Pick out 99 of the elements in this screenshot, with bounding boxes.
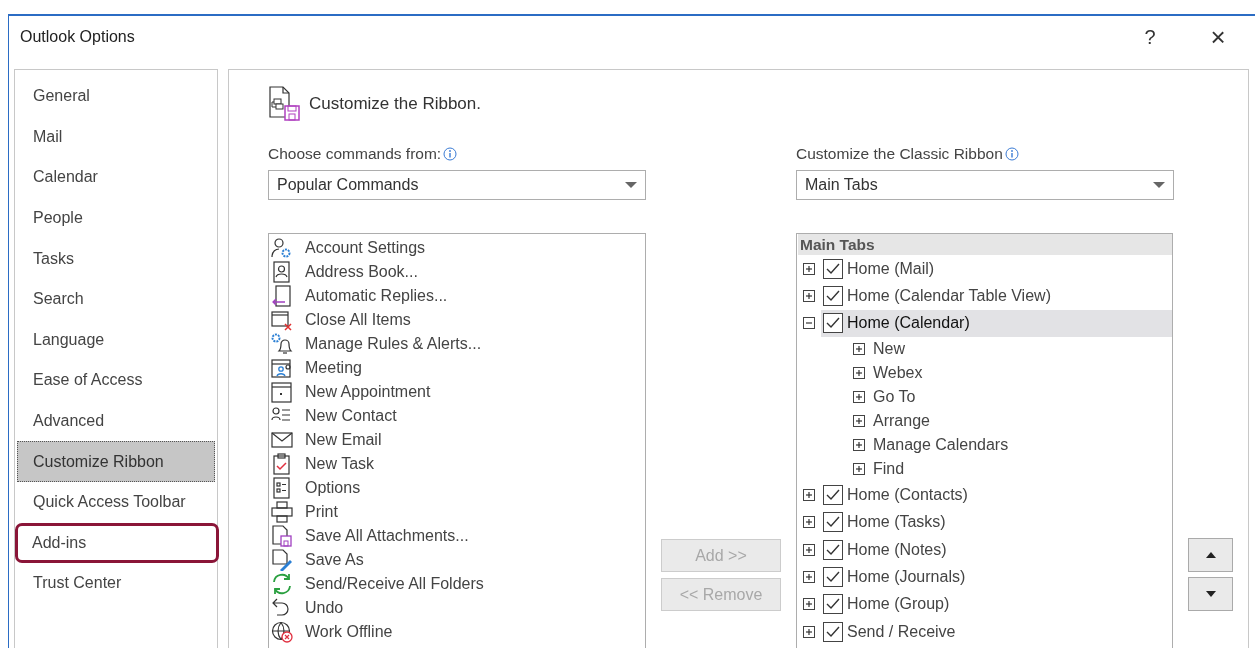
clipboard-check-icon [271, 453, 293, 475]
expand-icon[interactable] [803, 290, 815, 303]
command-item[interactable]: Address Book... [305, 263, 418, 281]
expand-icon[interactable] [853, 367, 865, 380]
printer-icon [271, 501, 293, 523]
commands-dropdown[interactable]: Popular Commands [268, 170, 646, 200]
command-item[interactable]: Undo [305, 599, 344, 617]
command-item[interactable]: New Appointment [305, 383, 431, 401]
caret-icon [625, 182, 637, 188]
help-button[interactable]: ? [1120, 17, 1180, 57]
window-close-icon [271, 309, 293, 331]
ribbon-dropdown[interactable]: Main Tabs [796, 170, 1174, 200]
tree-item[interactable]: Home (Notes) [847, 540, 947, 559]
address-book-icon [271, 261, 293, 283]
tree-item[interactable]: Webex [873, 364, 923, 383]
command-item[interactable]: Save All Attachments... [305, 527, 469, 545]
sidebar-item[interactable]: Quick Access Toolbar [17, 481, 215, 523]
expand-icon[interactable] [803, 543, 815, 556]
up-arrow-icon [1205, 552, 1216, 558]
expand-icon[interactable] [803, 571, 815, 584]
command-item[interactable]: New Email [305, 431, 382, 449]
field-label: Choose commands from: [268, 145, 442, 163]
tree-item[interactable]: Home (Calendar Table View) [847, 287, 1051, 306]
tree-item[interactable]: Manage Calendars [873, 436, 1009, 455]
down-arrow-icon [1205, 591, 1216, 597]
checkbox[interactable] [823, 621, 843, 642]
document-save-icon [271, 525, 293, 547]
sidebar-item[interactable]: Add-ins [15, 522, 219, 564]
expand-icon[interactable] [853, 391, 865, 404]
info-icon [443, 147, 458, 161]
tree-item[interactable]: Home (Journals) [847, 568, 966, 587]
tree-item[interactable]: Arrange [873, 412, 930, 431]
command-item[interactable]: Account Settings [305, 239, 426, 257]
globe-error-icon [271, 621, 293, 643]
expand-icon[interactable] [803, 625, 815, 638]
tree-header: Main Tabs [798, 234, 1172, 255]
tree-item[interactable]: Find [873, 460, 905, 479]
collapse-icon[interactable] [803, 317, 815, 330]
command-item[interactable]: Save As [305, 551, 364, 569]
sidebar-item[interactable]: Trust Center [17, 563, 215, 604]
bell-gear-icon [271, 333, 293, 355]
options-list-icon [271, 477, 293, 499]
person-gear-icon [271, 237, 293, 259]
expand-icon[interactable] [853, 415, 865, 428]
sidebar-item[interactable]: General [17, 76, 215, 117]
tree-item[interactable]: Home (Group) [847, 595, 950, 614]
tree-item[interactable]: Home (Tasks) [847, 513, 946, 532]
tree-item[interactable]: Send / Receive [847, 622, 956, 641]
info-icon [1004, 147, 1019, 161]
tree-item[interactable]: Home (Calendar) [847, 314, 970, 333]
command-item[interactable]: Print [305, 503, 338, 521]
checkbox[interactable] [823, 286, 843, 307]
sidebar-item[interactable]: Customize Ribbon [17, 441, 215, 482]
envelope-icon [271, 429, 293, 451]
calendar-icon [271, 381, 293, 403]
checkbox[interactable] [823, 313, 843, 334]
checkbox[interactable] [823, 258, 843, 279]
tree-item[interactable]: Home (Contacts) [847, 485, 968, 504]
sidebar-item[interactable]: Mail [17, 116, 215, 158]
command-item[interactable]: Close All Items [305, 311, 411, 329]
checkbox[interactable] [823, 594, 843, 615]
expand-icon[interactable] [853, 343, 865, 356]
command-item[interactable]: Send/Receive All Folders [305, 575, 484, 593]
command-item[interactable]: New Contact [305, 407, 397, 425]
sidebar-item[interactable]: Ease of Access [17, 360, 215, 401]
checkbox[interactable] [823, 484, 843, 505]
command-item[interactable]: New Task [305, 455, 375, 473]
sidebar-item[interactable]: Tasks [17, 238, 215, 279]
checkbox[interactable] [823, 512, 843, 533]
expand-icon[interactable] [853, 439, 865, 452]
command-item[interactable]: Manage Rules & Alerts... [305, 335, 482, 353]
sidebar-item[interactable]: Calendar [17, 157, 215, 198]
document-pencil-icon [271, 549, 293, 571]
sidebar-item[interactable]: People [17, 197, 215, 239]
calendar-person-icon [271, 357, 293, 379]
caret-icon [1153, 182, 1165, 188]
tree-item[interactable]: New [873, 340, 905, 359]
tree-item[interactable]: Go To [873, 388, 916, 407]
command-item[interactable]: Options [305, 479, 361, 497]
tree-item[interactable]: Home (Mail) [847, 259, 935, 278]
expand-icon[interactable] [803, 598, 815, 611]
expand-icon[interactable] [853, 463, 865, 476]
command-item[interactable]: Automatic Replies... [305, 287, 448, 305]
expand-icon[interactable] [803, 488, 815, 501]
close-button[interactable]: × [1188, 17, 1248, 57]
sidebar-item[interactable]: Advanced [17, 400, 215, 442]
expand-icon[interactable] [803, 262, 815, 275]
checkbox[interactable] [823, 567, 843, 588]
expand-icon[interactable] [803, 516, 815, 529]
command-item[interactable]: Work Offline [305, 623, 393, 641]
checkbox[interactable] [823, 539, 843, 560]
window-title: Outlook Options [20, 28, 136, 46]
sidebar-item[interactable]: Search [17, 278, 215, 320]
document-arrow-icon [271, 285, 293, 307]
command-item[interactable]: Meeting [305, 359, 362, 377]
sync-arrows-icon [271, 573, 293, 595]
sidebar-item[interactable]: Language [17, 319, 215, 361]
field-label: Customize the Classic Ribbon [796, 145, 1003, 163]
section-heading: Customize the Ribbon. [309, 94, 481, 114]
